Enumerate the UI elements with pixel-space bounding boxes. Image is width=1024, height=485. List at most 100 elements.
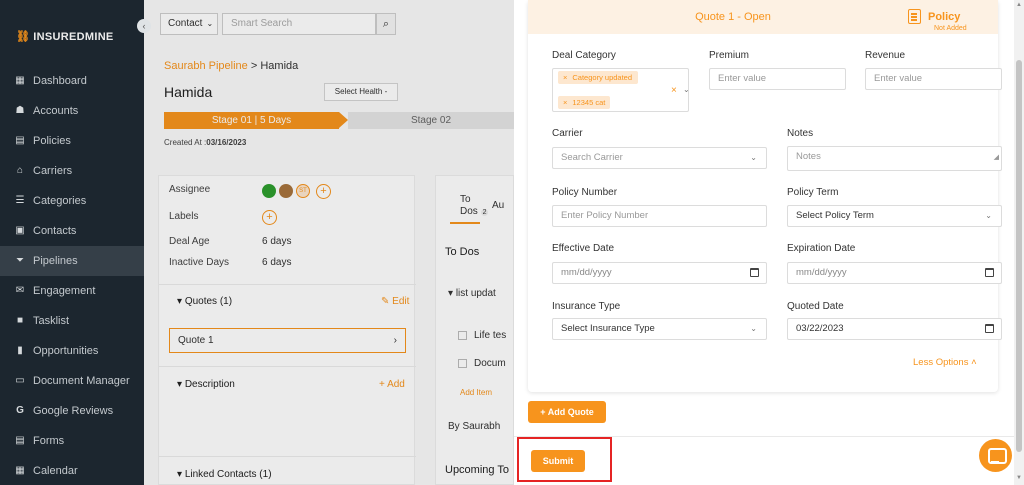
- brand-logo[interactable]: ⛓ INSUREDMINE: [16, 30, 114, 43]
- sidebar-item-label: Document Manager: [33, 375, 130, 387]
- add-assignee-button[interactable]: +: [316, 184, 331, 199]
- calendar-icon[interactable]: [750, 268, 759, 277]
- todo-checkbox[interactable]: [458, 359, 467, 368]
- notes-textarea[interactable]: Notes ◢: [787, 146, 1002, 171]
- dashboard-icon: ▦: [15, 75, 25, 86]
- sidebar-item-calendar[interactable]: ▦ Calendar: [0, 456, 144, 485]
- breadcrumb-pipeline-link[interactable]: Saurabh Pipeline: [164, 60, 248, 72]
- linked-contacts-heading: Linked Contacts (1): [184, 469, 272, 480]
- tab-automation[interactable]: Au: [492, 200, 504, 212]
- caret-down-icon: ▾: [177, 379, 185, 390]
- sidebar-item-tasklist[interactable]: ■ Tasklist: [0, 306, 144, 336]
- scroll-down-icon[interactable]: ▼: [1016, 475, 1022, 481]
- search-button[interactable]: ⌕: [376, 13, 396, 35]
- collapse-sidebar-button[interactable]: ‹: [137, 19, 151, 33]
- quoted-date-input[interactable]: 03/22/2023: [787, 318, 1002, 340]
- plus-icon: +: [266, 211, 273, 223]
- sidebar-item-label: Pipelines: [33, 255, 78, 267]
- policy-link[interactable]: Policy: [928, 11, 960, 23]
- carriers-icon: ⌂: [16, 165, 24, 176]
- effective-date-input[interactable]: mm/dd/yyyy: [552, 262, 767, 284]
- stage-2[interactable]: Stage 02: [348, 112, 514, 129]
- add-description-button[interactable]: + Add: [379, 379, 405, 390]
- avatar-initials[interactable]: ST: [296, 184, 310, 198]
- quote-item[interactable]: Quote 1 ›: [169, 328, 406, 353]
- pencil-icon: ✎: [381, 296, 393, 307]
- add-label-button[interactable]: +: [262, 210, 277, 225]
- stage-1[interactable]: Stage 01 | 5 Days: [164, 112, 339, 129]
- calendar-icon[interactable]: [985, 268, 994, 277]
- brand-name: INSUREDMINE: [33, 31, 114, 43]
- todo-checkbox[interactable]: [458, 331, 467, 340]
- sidebar-item-policies[interactable]: ▤ Policies: [0, 126, 144, 156]
- add-quote-button[interactable]: + Add Quote: [528, 401, 606, 423]
- carrier-search-select[interactable]: Search Carrier ⌄: [552, 147, 767, 169]
- chevron-left-icon: ‹: [142, 21, 146, 31]
- remove-chip-icon[interactable]: ×: [563, 73, 567, 82]
- sidebar-item-forms[interactable]: ▤ Forms: [0, 426, 144, 456]
- chat-icon[interactable]: [979, 439, 1012, 472]
- revenue-label: Revenue: [865, 50, 906, 61]
- scroll-up-icon[interactable]: ▲: [1016, 2, 1022, 8]
- category-chip[interactable]: × Category updated: [558, 71, 638, 84]
- sidebar-item-document-manager[interactable]: ▭ Document Manager: [0, 366, 144, 396]
- quotes-section-toggle[interactable]: ▾ Quotes (1): [177, 296, 232, 307]
- insurance-type-select[interactable]: Select Insurance Type ⌄: [552, 318, 767, 340]
- sidebar-item-engagement[interactable]: ✉ Engagement: [0, 276, 144, 306]
- divider: [159, 284, 416, 285]
- plus-icon: +: [379, 379, 388, 390]
- policies-icon: ▤: [15, 135, 25, 146]
- health-select[interactable]: Select Health -: [324, 83, 398, 101]
- less-options-label: Less Options: [913, 357, 969, 368]
- todo-list-toggle[interactable]: ▾ list updat: [448, 288, 496, 299]
- avatar[interactable]: [279, 184, 293, 198]
- less-options-toggle[interactable]: Less Options ˄: [913, 357, 977, 368]
- description-heading: Description: [184, 379, 235, 390]
- sidebar-item-label: Categories: [33, 195, 87, 207]
- upcoming-todos-heading: Upcoming To: [445, 464, 509, 476]
- sidebar-item-carriers[interactable]: ⌂ Carriers: [0, 156, 144, 186]
- quote-title: Quote 1 - Open: [695, 11, 771, 23]
- description-section-toggle[interactable]: ▾ Description: [177, 379, 235, 390]
- contact-type-select[interactable]: Contact ⌄: [160, 13, 218, 35]
- edit-quotes-button[interactable]: ✎ Edit: [381, 296, 409, 307]
- clear-selection-icon[interactable]: ×: [671, 85, 677, 96]
- sidebar-item-opportunities[interactable]: ▮ Opportunities: [0, 336, 144, 366]
- submit-button[interactable]: Submit: [531, 450, 585, 472]
- revenue-input[interactable]: Enter value: [865, 68, 1002, 90]
- tab-todos[interactable]: To Dos 2: [460, 194, 489, 219]
- assignee-label: Assignee: [169, 184, 211, 195]
- sidebar-item-label: Forms: [33, 435, 65, 447]
- sidebar-item-contacts[interactable]: ▣ Contacts: [0, 216, 144, 246]
- expiration-date-input[interactable]: mm/dd/yyyy: [787, 262, 1002, 284]
- policy-number-input[interactable]: Enter Policy Number: [552, 205, 767, 227]
- remove-chip-icon[interactable]: ×: [563, 98, 567, 107]
- sidebar-item-dashboard[interactable]: ▦ Dashboard: [0, 66, 144, 96]
- avatar[interactable]: [262, 184, 276, 198]
- chevron-down-icon: ⌄: [750, 324, 757, 333]
- premium-input[interactable]: Enter value: [709, 68, 846, 90]
- smart-search-input[interactable]: Smart Search: [222, 13, 376, 35]
- linked-contacts-toggle[interactable]: ▾ Linked Contacts (1): [177, 469, 272, 480]
- deal-category-multiselect[interactable]: × Category updated × 12345 cat × ⌄: [552, 68, 690, 112]
- deal-info-card: Assignee ST + Labels + Deal Age 6 days I…: [158, 175, 416, 485]
- sidebar-item-label: Engagement: [33, 285, 96, 297]
- sidebar-item-accounts[interactable]: ☗ Accounts: [0, 96, 144, 126]
- resize-grip-icon[interactable]: ◢: [994, 148, 999, 168]
- scroll-thumb[interactable]: [1016, 60, 1022, 452]
- chevron-down-icon[interactable]: ⌄: [683, 85, 690, 94]
- stage-1-arrow: [339, 112, 348, 128]
- created-label: Created At :: [164, 138, 207, 147]
- sidebar-item-pipelines[interactable]: ⏷ Pipelines: [0, 246, 144, 276]
- modal-scrollbar[interactable]: ▲ ▼: [1014, 0, 1024, 485]
- category-chip[interactable]: × 12345 cat: [558, 96, 611, 109]
- sidebar-item-categories[interactable]: ☰ Categories: [0, 186, 144, 216]
- effective-date-label: Effective Date: [552, 243, 615, 254]
- add-todo-item-link[interactable]: Add Item: [460, 388, 492, 397]
- policy-term-select[interactable]: Select Policy Term ⌄: [787, 205, 1002, 227]
- sidebar-item-google-reviews[interactable]: G Google Reviews: [0, 396, 144, 426]
- todo-count-badge: 2: [480, 209, 489, 216]
- policy-document-icon[interactable]: [908, 9, 921, 24]
- opportunities-icon: ▮: [17, 345, 23, 356]
- calendar-icon[interactable]: [985, 324, 994, 333]
